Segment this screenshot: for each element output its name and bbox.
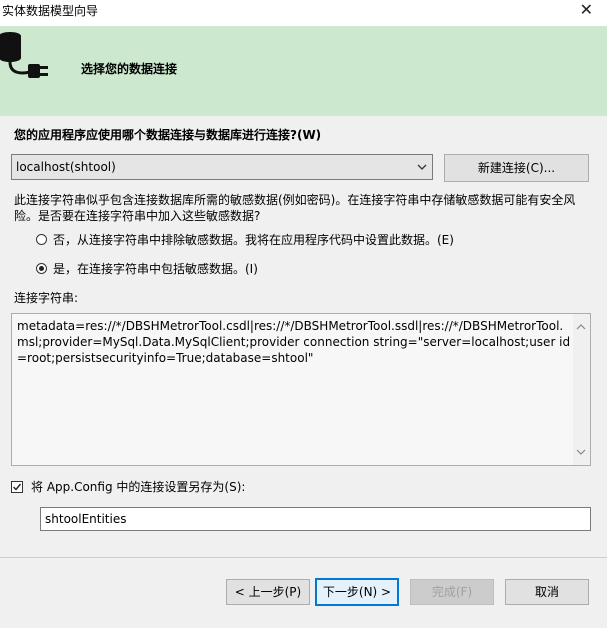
radio-exclude-sensitive[interactable]: 否，从连接字符串中排除敏感数据。我将在应用程序代码中设置此数据。(E)	[36, 231, 454, 248]
title-bar: 实体数据模型向导 ✕	[0, 0, 607, 26]
radio-include-label: 是，在连接字符串中包括敏感数据。(I)	[53, 262, 258, 276]
new-connection-button[interactable]: 新建连接(C)...	[444, 154, 589, 182]
finish-button[interactable]: 完成(F)	[410, 579, 494, 605]
check-icon	[13, 483, 22, 491]
scroll-up-icon[interactable]	[576, 320, 586, 334]
vertical-scrollbar[interactable]	[573, 314, 590, 465]
sensitive-data-description: 此连接字符串似乎包含连接数据库所需的敏感数据(例如密码)。在连接字符串中存储敏感…	[14, 193, 576, 223]
connection-question: 您的应用程序应使用哪个数据连接与数据库进行连接?(W)	[14, 128, 322, 142]
connection-string-box[interactable]: metadata=res://*/DBSHMetrorTool.csdl|res…	[11, 313, 591, 466]
entity-name-input[interactable]: shtoolEntities	[40, 507, 591, 531]
save-config-row[interactable]: 将 App.Config 中的连接设置另存为(S):	[11, 478, 245, 495]
previous-button[interactable]: < 上一步(P)	[226, 579, 310, 605]
connection-selected-value: localhost(shtool)	[16, 160, 116, 174]
banner-title: 选择您的数据连接	[81, 62, 178, 76]
connection-string-label: 连接字符串:	[14, 291, 79, 305]
entity-name-value: shtoolEntities	[45, 512, 127, 526]
chevron-down-icon[interactable]	[416, 160, 428, 174]
next-button[interactable]: 下一步(N) >	[315, 578, 399, 606]
connection-dropdown[interactable]: localhost(shtool)	[11, 154, 433, 180]
connection-string-text: metadata=res://*/DBSHMetrorTool.csdl|res…	[17, 319, 571, 365]
radio-exclude-label: 否，从连接字符串中排除敏感数据。我将在应用程序代码中设置此数据。(E)	[53, 233, 454, 247]
database-plug-icon	[0, 30, 58, 102]
close-icon[interactable]: ✕	[580, 1, 593, 19]
radio-button[interactable]	[36, 234, 47, 245]
save-config-label: 将 App.Config 中的连接设置另存为(S):	[31, 480, 246, 494]
header-banner: 选择您的数据连接	[0, 26, 607, 116]
radio-include-sensitive[interactable]: 是，在连接字符串中包括敏感数据。(I)	[36, 260, 258, 277]
save-config-checkbox[interactable]	[11, 480, 23, 493]
radio-button-checked[interactable]	[36, 263, 47, 274]
scroll-down-icon[interactable]	[576, 445, 586, 459]
window-title: 实体数据模型向导	[2, 4, 99, 18]
cancel-button[interactable]: 取消	[505, 579, 589, 605]
